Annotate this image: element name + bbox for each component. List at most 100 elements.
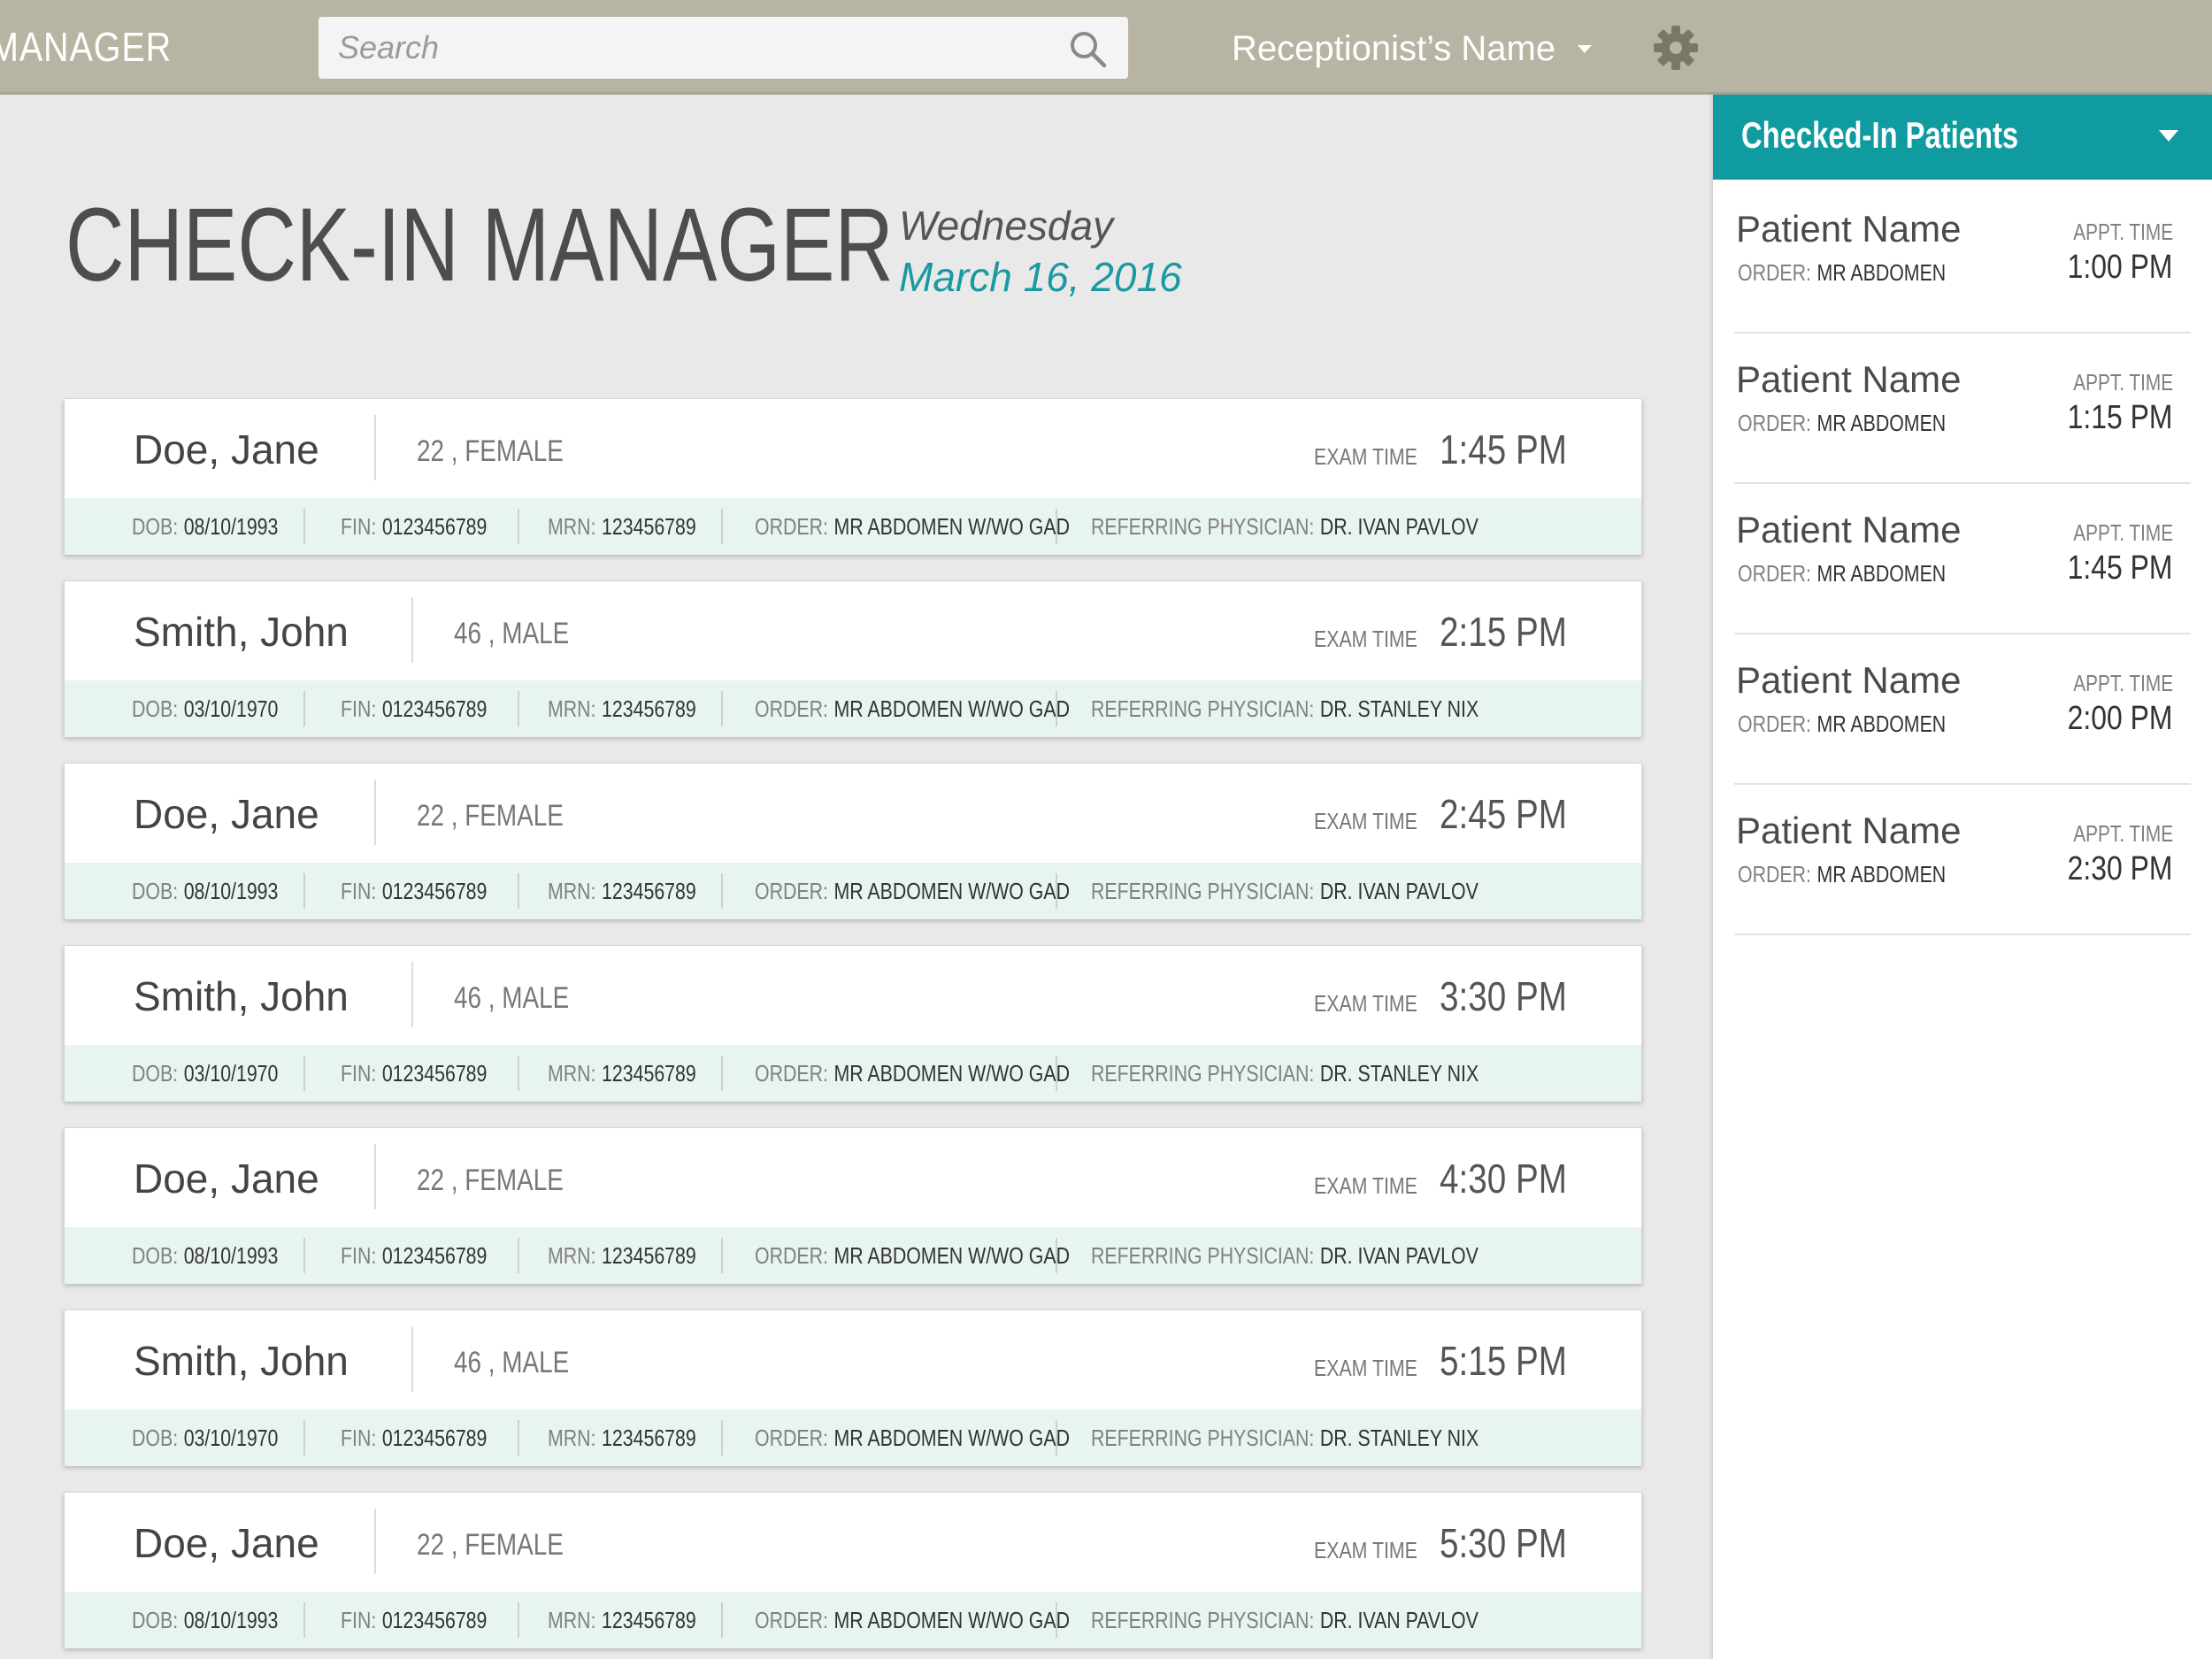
- fin-field: FIN: 0123456789: [341, 1227, 487, 1284]
- checked-in-order: ORDER: MR ABDOMEN: [1738, 861, 1946, 888]
- dob-value: 03/10/1970: [183, 1059, 279, 1087]
- field-separator: [303, 1602, 305, 1638]
- patient-card-summary: Smith, John 46 , MALE EXAM TIME 5:15 PM: [65, 1310, 1641, 1409]
- checked-in-panel-header[interactable]: Checked-In Patients: [1713, 95, 2212, 180]
- patient-card[interactable]: Smith, John 46 , MALE EXAM TIME 2:15 PM …: [64, 580, 1642, 737]
- caret-down-icon[interactable]: [2157, 127, 2180, 146]
- patient-name[interactable]: Doe, Jane: [134, 790, 319, 838]
- checked-in-item[interactable]: Patient Name ORDER: MR ABDOMEN APPT. TIME…: [1734, 486, 2191, 634]
- field-separator: [1056, 1602, 1057, 1638]
- order-label: ORDER:: [755, 1059, 828, 1087]
- patient-name[interactable]: Doe, Jane: [134, 1519, 319, 1567]
- patient-card[interactable]: Doe, Jane 22 , FEMALE EXAM TIME 4:30 PM …: [64, 1127, 1642, 1284]
- checked-in-item[interactable]: Patient Name ORDER: MR ABDOMEN APPT. TIME…: [1734, 787, 2191, 935]
- field-separator: [721, 509, 723, 544]
- order-value: MR ABDOMEN: [1816, 861, 1947, 887]
- mrn-value: 123456789: [602, 1424, 696, 1451]
- order-field: ORDER: MR ABDOMEN W/WO GAD: [755, 863, 1070, 919]
- fin-field: FIN: 0123456789: [341, 1409, 487, 1466]
- patient-card[interactable]: Smith, John 46 , MALE EXAM TIME 5:15 PM …: [64, 1310, 1642, 1466]
- referring-physician-value: DR. IVAN PAVLOV: [1319, 1241, 1479, 1269]
- patient-card-details: DOB: 03/10/1970 FIN: 0123456789 MRN: 123456…: [65, 680, 1641, 737]
- referring-physician-value: DR. STANLEY NIX: [1319, 1059, 1479, 1087]
- search-input[interactable]: [319, 17, 1071, 79]
- item-divider: [1734, 633, 2191, 634]
- order-label: ORDER:: [755, 1424, 828, 1451]
- referring-physician-label: REFERRING PHYSICIAN:: [1091, 1059, 1315, 1087]
- order-field: ORDER: MR ABDOMEN W/WO GAD: [755, 498, 1070, 555]
- dob-value: 08/10/1993: [183, 1606, 279, 1633]
- search-icon[interactable]: [1068, 29, 1107, 68]
- order-label: ORDER:: [755, 1241, 828, 1269]
- page-title: CHECK-IN MANAGER: [65, 187, 894, 303]
- fin-value: 0123456789: [381, 512, 488, 540]
- patient-card-details: DOB: 03/10/1970 FIN: 0123456789 MRN: 123456…: [65, 1045, 1641, 1102]
- mrn-label: MRN:: [548, 512, 596, 540]
- order-value: MR ABDOMEN: [1816, 710, 1947, 737]
- checked-in-item[interactable]: Patient Name ORDER: MR ABDOMEN APPT. TIME…: [1734, 636, 2191, 785]
- checked-in-patient-name[interactable]: Patient Name: [1736, 358, 1961, 401]
- name-divider: [411, 597, 413, 663]
- checked-in-panel-title[interactable]: Checked-In Patients: [1741, 114, 2018, 157]
- patient-card[interactable]: Doe, Jane 22 , FEMALE EXAM TIME 5:30 PM …: [64, 1492, 1642, 1648]
- user-menu[interactable]: Receptionist’s Name: [1232, 27, 1594, 71]
- gear-icon[interactable]: [1652, 24, 1700, 72]
- exam-time: 1:45 PM: [1440, 426, 1567, 472]
- order-field: ORDER: MR ABDOMEN W/WO GAD: [755, 1409, 1070, 1466]
- fin-label: FIN:: [341, 1606, 377, 1633]
- search-box[interactable]: [319, 17, 1128, 79]
- checked-in-item[interactable]: Patient Name ORDER: MR ABDOMEN APPT. TIME…: [1734, 335, 2191, 484]
- referring-physician-field: REFERRING PHYSICIAN: DR. IVAN PAVLOV: [1091, 498, 1479, 555]
- field-separator: [1056, 1420, 1057, 1455]
- field-separator: [518, 1238, 519, 1273]
- exam-time-label: EXAM TIME: [1314, 1537, 1417, 1563]
- checked-in-patient-name[interactable]: Patient Name: [1736, 659, 1961, 702]
- checked-in-patient-name[interactable]: Patient Name: [1736, 208, 1961, 250]
- order-label: ORDER:: [1738, 259, 1811, 286]
- patient-name[interactable]: Smith, John: [134, 608, 349, 656]
- chevron-down-icon[interactable]: [1575, 39, 1594, 58]
- checked-in-item[interactable]: Patient Name ORDER: MR ABDOMEN APPT. TIME…: [1734, 185, 2191, 334]
- dob-label: DOB:: [132, 877, 179, 904]
- patient-name[interactable]: Doe, Jane: [134, 1155, 319, 1202]
- order-value: MR ABDOMEN W/WO GAD: [833, 695, 1070, 722]
- user-name[interactable]: Receptionist’s Name: [1232, 29, 1555, 69]
- patient-name[interactable]: Smith, John: [134, 1337, 349, 1385]
- patient-name[interactable]: Smith, John: [134, 972, 349, 1020]
- name-divider: [374, 1144, 376, 1210]
- mrn-label: MRN:: [548, 1424, 596, 1451]
- order-value: MR ABDOMEN W/WO GAD: [833, 512, 1070, 540]
- item-divider: [1734, 783, 2191, 785]
- dob-field: DOB: 08/10/1993: [132, 1592, 278, 1648]
- patient-card[interactable]: Doe, Jane 22 , FEMALE EXAM TIME 2:45 PM …: [64, 763, 1642, 919]
- appt-time-label: APPT. TIME: [2073, 820, 2173, 847]
- patient-demographics: 22 , FEMALE: [417, 1528, 564, 1562]
- patient-card-details: DOB: 03/10/1970 FIN: 0123456789 MRN: 123456…: [65, 1409, 1641, 1466]
- dob-label: DOB:: [132, 1424, 179, 1451]
- patient-card-summary: Doe, Jane 22 , FEMALE EXAM TIME 5:30 PM: [65, 1493, 1641, 1592]
- patient-card[interactable]: Smith, John 46 , MALE EXAM TIME 3:30 PM …: [64, 945, 1642, 1102]
- appt-time: 1:45 PM: [2068, 549, 2173, 587]
- field-separator: [721, 691, 723, 726]
- field-separator: [303, 1056, 305, 1091]
- fin-label: FIN:: [341, 1059, 377, 1087]
- patient-name[interactable]: Doe, Jane: [134, 426, 319, 473]
- patient-card-details: DOB: 08/10/1993 FIN: 0123456789 MRN: 123456…: [65, 863, 1641, 919]
- order-value: MR ABDOMEN W/WO GAD: [833, 1059, 1070, 1087]
- fin-field: FIN: 0123456789: [341, 498, 487, 555]
- order-value: MR ABDOMEN W/WO GAD: [833, 877, 1070, 904]
- dob-label: DOB:: [132, 1241, 179, 1269]
- checked-in-patient-name[interactable]: Patient Name: [1736, 509, 1961, 551]
- order-label: ORDER:: [1738, 710, 1811, 737]
- exam-time-label: EXAM TIME: [1314, 990, 1417, 1017]
- order-label: ORDER:: [755, 512, 828, 540]
- mrn-field: MRN: 123456789: [548, 1592, 696, 1648]
- field-separator: [721, 1602, 723, 1638]
- patient-card[interactable]: Doe, Jane 22 , FEMALE EXAM TIME 1:45 PM …: [64, 398, 1642, 555]
- referring-physician-field: REFERRING PHYSICIAN: DR. STANLEY NIX: [1091, 1409, 1479, 1466]
- checked-in-patient-name[interactable]: Patient Name: [1736, 810, 1961, 852]
- name-divider: [411, 962, 413, 1027]
- appt-time: 2:30 PM: [2068, 850, 2173, 887]
- patient-demographics: 22 , FEMALE: [417, 1164, 564, 1197]
- field-separator: [518, 691, 519, 726]
